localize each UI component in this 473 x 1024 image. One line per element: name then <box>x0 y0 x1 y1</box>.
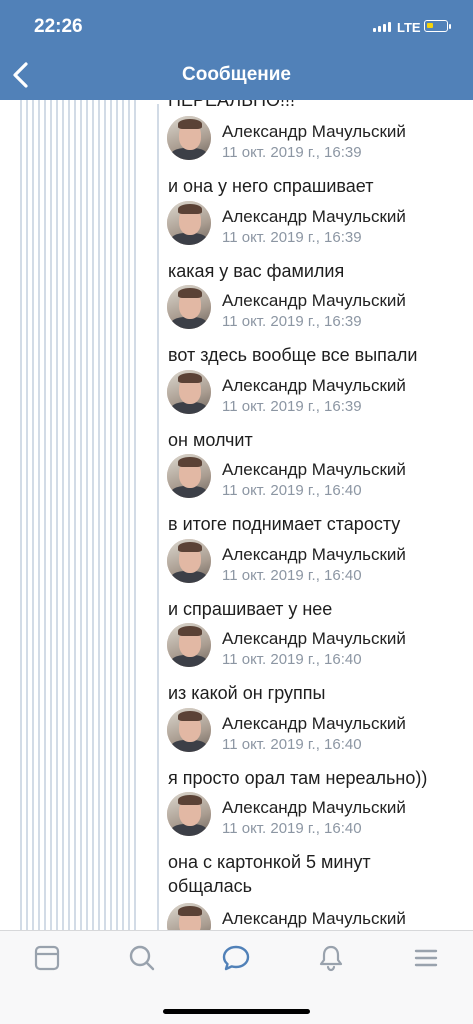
author-name[interactable]: Александр Мачульский <box>222 207 406 227</box>
avatar[interactable] <box>167 116 211 160</box>
message-date: 11 окт. 2019 г., 16:39 <box>222 144 362 161</box>
author-name[interactable]: Александр Мачульский <box>222 376 406 396</box>
thread-line <box>157 696 159 780</box>
battery-tip <box>449 24 451 29</box>
message-text: она с картонкой 5 минут общалась <box>168 852 371 896</box>
message-date: 11 окт. 2019 г., 16:40 <box>222 567 362 584</box>
status-bar: 22:26 LTE <box>0 0 473 50</box>
tab-messages[interactable] <box>221 943 251 973</box>
message-date: 11 окт. 2019 г., 16:40 <box>222 651 362 668</box>
message-date: 11 окт. 2019 г., 16:39 <box>222 229 362 246</box>
battery-icon <box>424 20 448 32</box>
message-text: и спрашивает у нее <box>168 599 333 619</box>
page-title: Сообщение <box>182 64 291 85</box>
author-name[interactable]: Александр Мачульский <box>222 545 406 565</box>
message-text: вот здесь вообще все выпали <box>168 345 418 365</box>
thread-line <box>157 104 159 189</box>
message-date: 11 окт. 2019 г., 16:39 <box>222 313 362 330</box>
signal-icon <box>373 22 391 32</box>
thread-line <box>157 527 159 611</box>
message-text-partial: НЕРЕАЛЬНО!!! <box>168 100 296 110</box>
message-text: в итоге поднимает старосту <box>168 514 401 534</box>
author-name[interactable]: Александр Мачульский <box>222 460 406 480</box>
avatar[interactable] <box>167 708 211 752</box>
thread-line <box>157 611 159 696</box>
bell-icon <box>319 945 343 972</box>
author-name[interactable]: Александр Мачульский <box>222 629 406 649</box>
thread-line <box>157 273 159 358</box>
nav-bar: Сообщение <box>0 50 473 100</box>
thread-line <box>157 189 159 273</box>
feed-icon <box>34 945 60 971</box>
avatar[interactable] <box>167 623 211 667</box>
author-name[interactable]: Александр Мачульский <box>222 122 406 142</box>
tab-search[interactable] <box>127 943 157 973</box>
message-date: 11 окт. 2019 г., 16:39 <box>222 398 362 415</box>
message-date: 11 окт. 2019 г., 16:40 <box>222 736 362 753</box>
message-text: какая у вас фамилия <box>168 261 345 281</box>
author-name[interactable]: Александр Мачульский <box>222 291 406 311</box>
message-date: 11 окт. 2019 г., 16:40 <box>222 820 362 837</box>
network-label: LTE <box>397 20 421 35</box>
message-text: я просто орал там нереально)) <box>168 768 428 788</box>
tab-menu[interactable] <box>411 943 441 973</box>
avatar[interactable] <box>167 454 211 498</box>
avatar[interactable] <box>167 792 211 836</box>
author-name[interactable]: Александр Мачульский <box>222 909 406 929</box>
message-text: он молчит <box>168 430 253 450</box>
author-name[interactable]: Александр Мачульский <box>222 714 406 734</box>
message-date: 11 окт. 2019 г., 16:40 <box>222 482 362 499</box>
author-name[interactable]: Александр Мачульский <box>222 798 406 818</box>
avatar[interactable] <box>167 285 211 329</box>
search-icon <box>129 945 155 971</box>
status-time: 22:26 <box>34 16 83 37</box>
messages-icon <box>222 945 250 971</box>
thread-line <box>157 358 159 442</box>
avatar[interactable] <box>167 903 211 930</box>
thread-line <box>157 780 159 891</box>
message-text: из какой он группы <box>168 683 326 703</box>
message-text: и она у него спрашивает <box>168 176 374 196</box>
home-indicator <box>163 1009 310 1014</box>
thread-line <box>157 891 159 930</box>
avatar[interactable] <box>167 539 211 583</box>
tab-feed[interactable] <box>32 943 62 973</box>
avatar[interactable] <box>167 201 211 245</box>
avatar[interactable] <box>167 370 211 414</box>
thread-line <box>157 442 159 527</box>
menu-icon <box>414 949 438 967</box>
tab-notifications[interactable] <box>316 943 346 973</box>
message-thread[interactable]: НЕРЕАЛЬНО!!! Александр Мачульский 11 окт.… <box>0 100 473 930</box>
